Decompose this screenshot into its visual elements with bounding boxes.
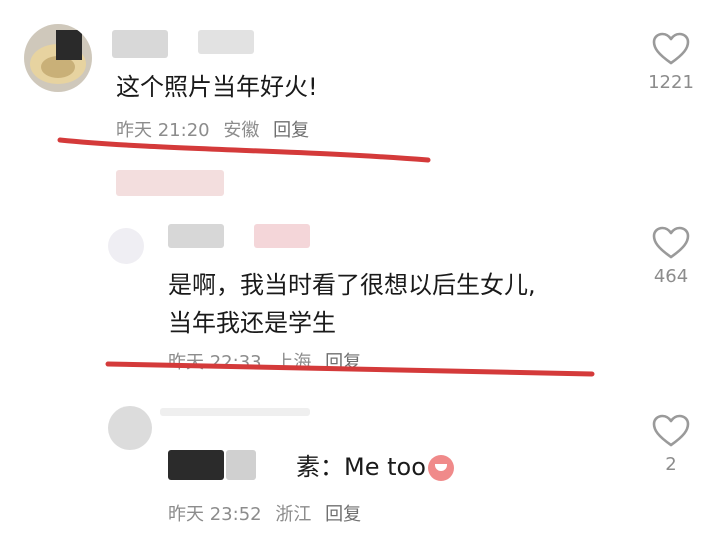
comment-time: 昨天 23:52	[168, 504, 262, 525]
like-button[interactable]: 2	[636, 414, 706, 475]
username-redacted	[226, 450, 256, 480]
avatar[interactable]	[108, 406, 152, 450]
reply-button[interactable]: 回复	[325, 504, 361, 525]
comment-text: 素：Me too	[296, 448, 454, 486]
comment-body: Me too	[344, 453, 426, 481]
username-redacted[interactable]	[168, 450, 224, 480]
like-count: 2	[665, 454, 677, 475]
username-redacted	[160, 408, 310, 416]
comment-meta: 昨天 23:52 浙江 回复	[168, 500, 369, 526]
reply-prefix: 素：	[296, 453, 344, 481]
comment-location: 浙江	[275, 504, 312, 525]
laughing-emoji-icon	[427, 455, 454, 481]
heart-outline-icon	[652, 414, 690, 447]
